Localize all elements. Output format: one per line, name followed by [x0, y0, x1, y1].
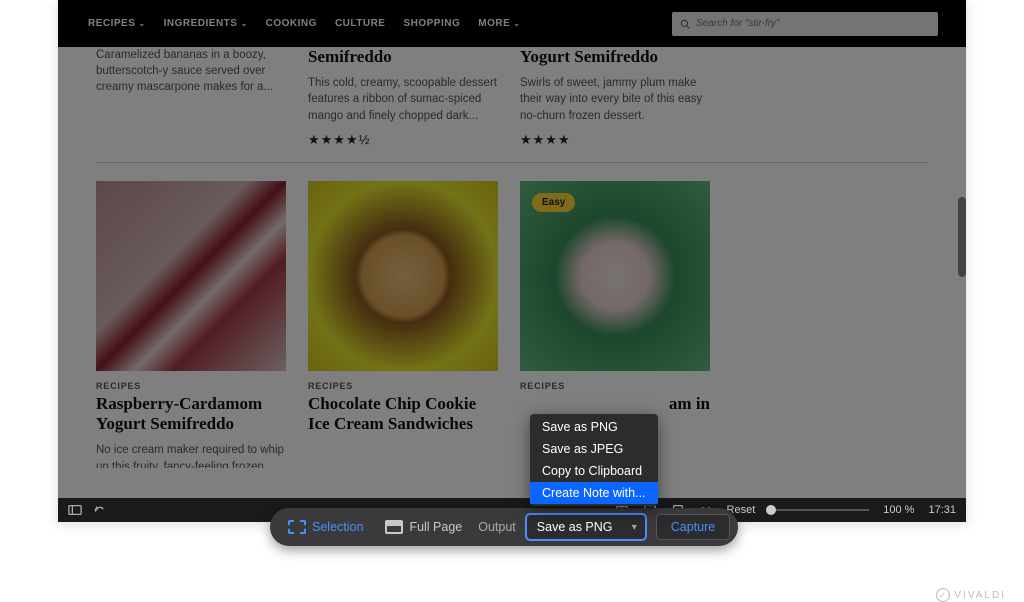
recipe-card[interactable]: RECIPES Chocolate Chip Cookie Ice Cream … — [308, 181, 498, 468]
recipe-rating: ★★★★ — [520, 132, 710, 148]
recipe-card[interactable]: Caramelized bananas in a boozy, buttersc… — [96, 47, 286, 148]
recipe-card[interactable]: RECIPES Raspberry-Cardamom Yogurt Semifr… — [96, 181, 286, 468]
dropdown-option-png[interactable]: Save as PNG — [530, 416, 658, 438]
nav-ingredients[interactable]: INGREDIENTS⌄ — [164, 18, 248, 29]
output-dropdown: Save as PNG Save as JPEG Copy to Clipboa… — [530, 414, 658, 506]
scrollbar-thumb[interactable] — [958, 197, 966, 277]
nav-shopping[interactable]: SHOPPING — [403, 18, 460, 29]
nav-cooking[interactable]: COOKING — [266, 18, 317, 29]
recipe-category: RECIPES — [520, 381, 710, 391]
output-label: Output — [478, 520, 516, 534]
recipe-desc: This cold, creamy, scoopable dessert fea… — [308, 75, 498, 123]
capture-button[interactable]: Capture — [656, 514, 730, 540]
recipe-desc: Caramelized bananas in a boozy, buttersc… — [96, 47, 286, 95]
panel-icon[interactable] — [68, 503, 82, 517]
nav-more[interactable]: MORE⌄ — [478, 18, 520, 29]
chevron-down-icon: ⌄ — [240, 19, 247, 28]
sync-icon[interactable] — [92, 503, 106, 517]
recipe-category: RECIPES — [308, 381, 498, 391]
dropdown-option-clipboard[interactable]: Copy to Clipboard — [530, 460, 658, 482]
chevron-down-icon: ⌄ — [513, 19, 520, 28]
easy-badge: Easy — [532, 193, 575, 212]
search-box[interactable] — [672, 12, 938, 36]
recipe-title: Chocolate Chip Cookie Ice Cream Sandwich… — [308, 394, 498, 435]
chevron-down-icon: ⌄ — [138, 19, 145, 28]
output-format-select[interactable]: Save as PNG — [526, 514, 646, 540]
recipe-rating: ★★★★½ — [308, 132, 498, 148]
recipe-image — [96, 181, 286, 371]
fullpage-icon — [385, 520, 403, 534]
recipe-title: am in — [520, 394, 710, 414]
recipe-card[interactable]: Semifreddo This cold, creamy, scoopable … — [308, 47, 498, 148]
capture-toolbar: Selection Full Page Output Save as PNG C… — [270, 508, 738, 546]
vivaldi-branding: VIVALDI — [936, 588, 1006, 602]
site-nav: RECIPES⌄ INGREDIENTS⌄ COOKING CULTURE SH… — [58, 0, 966, 47]
search-input[interactable] — [696, 18, 930, 29]
nav-recipes[interactable]: RECIPES⌄ — [88, 18, 146, 29]
nav-culture[interactable]: CULTURE — [335, 18, 386, 29]
zoom-level: 100 % — [883, 504, 914, 516]
zoom-slider[interactable] — [769, 509, 869, 511]
capture-selection-mode[interactable]: Selection — [282, 516, 369, 538]
scrollbar[interactable] — [958, 47, 966, 468]
selection-icon — [288, 520, 306, 534]
recipe-card[interactable]: Yogurt Semifreddo Swirls of sweet, jammy… — [520, 47, 710, 148]
recipe-grid: Caramelized bananas in a boozy, buttersc… — [58, 47, 966, 468]
recipe-title: Yogurt Semifreddo — [520, 47, 710, 67]
dropdown-option-note[interactable]: Create Note with... — [530, 482, 658, 504]
clock: 17:31 — [928, 504, 956, 516]
capture-fullpage-mode[interactable]: Full Page — [379, 516, 468, 538]
recipe-image — [308, 181, 498, 371]
recipe-title: Raspberry-Cardamom Yogurt Semifreddo — [96, 394, 286, 435]
search-icon — [680, 19, 690, 29]
dropdown-option-jpeg[interactable]: Save as JPEG — [530, 438, 658, 460]
recipe-desc: No ice cream maker required to whip up t… — [96, 442, 286, 468]
recipe-category: RECIPES — [96, 381, 286, 391]
recipe-title: Semifreddo — [308, 47, 498, 67]
recipe-desc: Swirls of sweet, jammy plum make their w… — [520, 75, 710, 123]
divider — [96, 162, 928, 163]
recipe-image: Easy — [520, 181, 710, 371]
